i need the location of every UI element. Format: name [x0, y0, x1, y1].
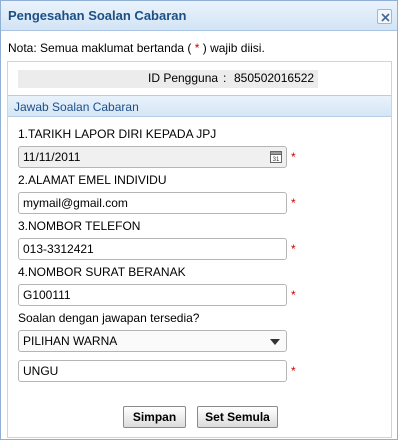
- required-marker: *: [291, 150, 296, 164]
- note-prefix: Nota: Semua maklumat bertanda (: [8, 41, 192, 55]
- date-value: 11/11/2011: [23, 150, 81, 164]
- challenge-selected-value: PILIHAN WARNA: [23, 334, 118, 348]
- reset-button[interactable]: Set Semula: [197, 406, 278, 428]
- birth-cert-field[interactable]: G100111: [18, 284, 287, 306]
- note-marker: *: [191, 41, 203, 55]
- user-id-value: 850502016522: [234, 71, 315, 85]
- dialog-title: Pengesahan Soalan Cabaran: [8, 8, 187, 23]
- challenge-question-select[interactable]: PILIHAN WARNA: [18, 330, 287, 352]
- section-title: Jawab Soalan Cabaran: [14, 100, 139, 114]
- birth-cert-value: G100111: [23, 288, 71, 302]
- section-header: Jawab Soalan Cabaran: [8, 95, 391, 117]
- required-note: Nota: Semua maklumat bertanda ( * ) waji…: [8, 41, 265, 55]
- form-panel: ID Pengguna : 850502016522 Jawab Soalan …: [7, 61, 392, 438]
- required-marker: *: [291, 242, 296, 256]
- svg-text:31: 31: [273, 157, 280, 163]
- note-suffix: ) wajib diisi.: [202, 41, 265, 55]
- question-1-label: 1.TARIKH LAPOR DIRI KEPADA JPJ: [18, 127, 217, 141]
- question-3-label: 3.NOMBOR TELEFON: [18, 219, 141, 233]
- challenge-question-label: Soalan dengan jawapan tersedia?: [18, 311, 200, 325]
- question-4-label: 4.NOMBOR SURAT BERANAK: [18, 265, 186, 279]
- close-button[interactable]: [377, 9, 392, 24]
- required-marker: *: [291, 196, 296, 210]
- question-2-label: 2.ALAMAT EMEL INDIVIDU: [18, 173, 167, 187]
- user-id-colon: :: [223, 71, 227, 85]
- calendar-icon[interactable]: 31: [270, 150, 282, 163]
- email-value: mymail@gmail.com: [23, 196, 128, 210]
- save-button[interactable]: Simpan: [123, 406, 186, 428]
- challenge-answer-value: UNGU: [23, 364, 59, 378]
- required-marker: *: [291, 364, 296, 378]
- close-icon: [381, 13, 390, 22]
- dialog-titlebar[interactable]: Pengesahan Soalan Cabaran: [1, 1, 397, 31]
- required-marker: *: [291, 288, 296, 302]
- email-field[interactable]: mymail@gmail.com: [18, 192, 287, 214]
- date-field[interactable]: 11/11/2011 31: [18, 146, 287, 168]
- challenge-question-dialog: Pengesahan Soalan Cabaran Nota: Semua ma…: [0, 0, 398, 440]
- user-id-label: ID Pengguna: [148, 71, 219, 85]
- phone-field[interactable]: 013-3312421: [18, 238, 287, 260]
- chevron-down-icon: [270, 339, 280, 345]
- phone-value: 013-3312421: [23, 242, 94, 256]
- challenge-answer-field[interactable]: UNGU: [18, 360, 287, 382]
